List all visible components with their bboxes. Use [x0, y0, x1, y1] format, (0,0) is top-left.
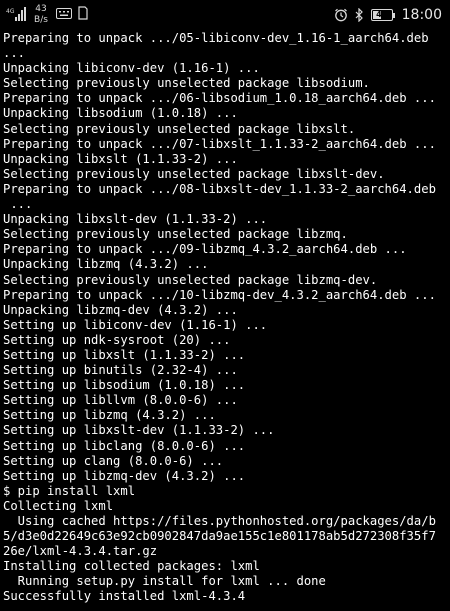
bluetooth-icon — [355, 8, 363, 22]
keyboard-icon — [56, 8, 72, 19]
terminal-line: Preparing to unpack .../07-libxslt_1.1.3… — [3, 136, 436, 151]
terminal-line: Unpacking libiconv-dev (1.16-1) ... — [3, 61, 260, 76]
status-bar-right: 44 18:00 — [334, 4, 442, 26]
network-speed-value: 43 — [35, 4, 47, 14]
terminal-line: Setting up libzmq-dev (4.3.2) ... — [3, 468, 246, 483]
terminal-line: Selecting previously unselected package … — [3, 272, 378, 287]
terminal-cursor — [3, 603, 11, 605]
terminal-line: Setting up libxslt-dev (1.1.33-2) ... — [3, 423, 275, 438]
terminal-line: Setting up libclang (8.0.0-6) ... — [3, 438, 246, 453]
terminal-line: Unpacking libzmq (4.3.2) ... — [3, 257, 209, 272]
terminal-line: Installing collected packages: lxml — [3, 559, 260, 574]
terminal-line: Preparing to unpack .../05-libiconv-dev_… — [3, 31, 429, 45]
terminal-line: ... — [3, 46, 26, 61]
terminal-line: Setting up clang (8.0.0-6) ... — [3, 453, 224, 468]
sim-icon — [78, 6, 88, 20]
terminal-line: Running setup.py install for lxml ... do… — [3, 574, 326, 589]
terminal-line: Preparing to unpack .../06-libsodium_1.0… — [3, 91, 436, 106]
alarm-icon — [334, 8, 347, 22]
network-type-label: 4G — [6, 8, 15, 15]
terminal-line: Preparing to unpack .../08-libxslt-dev_1… — [3, 181, 436, 196]
signal-icon: 4G — [6, 7, 26, 21]
network-speed: 43 B/s — [30, 4, 52, 26]
terminal-line: Setting up libllvm (8.0.0-6) ... — [3, 393, 238, 408]
network-speed-unit: B/s — [34, 15, 48, 25]
terminal-line: $ pip install lxml — [3, 483, 136, 498]
terminal-line: 5/d3e0d22649c63e92cb0902847da9ae155c1e80… — [3, 529, 436, 544]
terminal-line: 26e/lxml-4.3.4.tar.gz — [3, 544, 158, 559]
terminal-line: Setting up libxslt (1.1.33-2) ... — [3, 347, 246, 362]
terminal-line: Selecting previously unselected package … — [3, 166, 385, 181]
terminal-line: ... — [3, 197, 33, 212]
terminal-line: Using cached https://files.pythonhosted.… — [3, 514, 436, 528]
terminal-output[interactable]: Preparing to unpack .../05-libiconv-dev_… — [3, 31, 450, 609]
terminal-line: Selecting previously unselected package … — [3, 121, 356, 136]
terminal-line: Unpacking libsodium (1.0.18) ... — [3, 106, 238, 121]
terminal-line: Setting up ndk-sysroot (20) ... — [3, 332, 231, 347]
clock: 18:00 — [401, 7, 442, 23]
terminal-line: Selecting previously unselected package … — [3, 227, 348, 242]
terminal-line: Setting up libzmq (4.3.2) ... — [3, 408, 216, 423]
terminal-line: Selecting previously unselected package … — [3, 76, 370, 91]
terminal-line: Preparing to unpack .../10-libzmq-dev_4.… — [3, 287, 436, 302]
terminal-line: Preparing to unpack .../09-libzmq_4.3.2_… — [3, 242, 407, 257]
terminal-line: Unpacking libxslt (1.1.33-2) ... — [3, 151, 238, 166]
terminal-line: Unpacking libzmq-dev (4.3.2) ... — [3, 302, 238, 317]
terminal-line: Collecting lxml — [3, 498, 114, 513]
battery-level: 44 — [376, 10, 388, 19]
terminal-line: Setting up libsodium (1.0.18) ... — [3, 378, 246, 393]
status-bar: 4G 43 B/s 44 18:00 — [0, 0, 450, 30]
terminal-line: Setting up binutils (2.32-4) ... — [3, 363, 238, 378]
terminal-line: Successfully installed lxml-4.3.4 — [3, 589, 246, 604]
battery-icon: 44 — [370, 9, 395, 21]
terminal-line: Setting up libiconv-dev (1.16-1) ... — [3, 317, 268, 332]
terminal-line: Unpacking libxslt-dev (1.1.33-2) ... — [3, 212, 268, 227]
